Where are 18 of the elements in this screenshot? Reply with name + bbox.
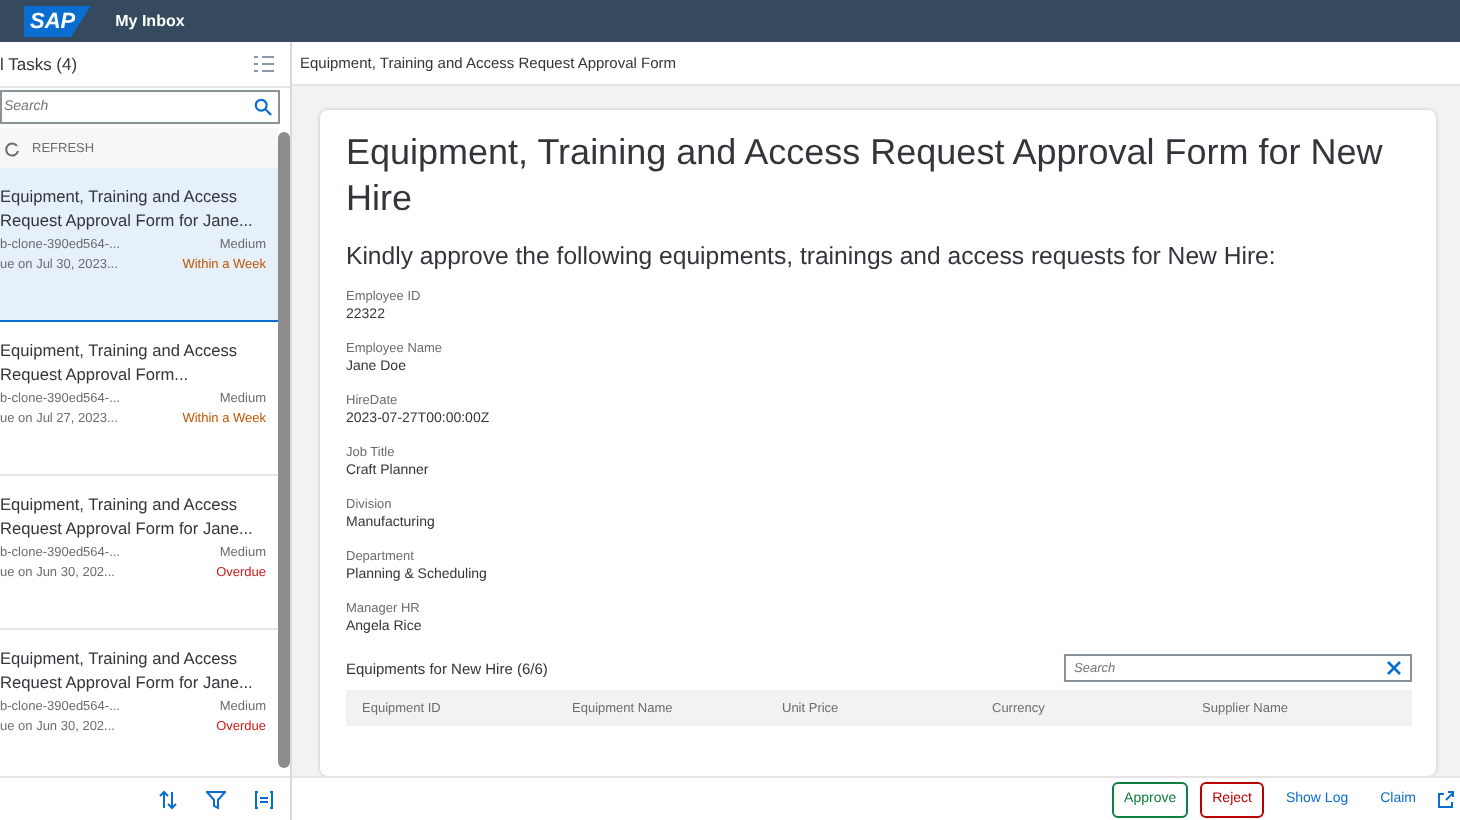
clear-icon[interactable] [1386, 660, 1402, 676]
list-icon[interactable] [254, 54, 274, 74]
logo[interactable]: SAP [24, 5, 92, 37]
share-icon[interactable] [1438, 790, 1454, 808]
app-title: My Inbox [115, 12, 185, 30]
scrollbar[interactable] [278, 132, 290, 768]
filter-icon[interactable] [206, 789, 226, 809]
task-title: Equipment, Training and Access Request Approval Form... [0, 338, 240, 386]
sort-icon[interactable] [158, 789, 178, 809]
group-icon[interactable] [254, 789, 274, 809]
task-title: Equipment, Training and Access Request Approval Form for Jane... [0, 184, 255, 232]
form-title: Equipment, Training and Access Request Approval Form for New Hire [346, 130, 1385, 222]
search-icon[interactable] [254, 98, 272, 116]
refresh-icon[interactable] [4, 139, 20, 157]
list-title: l Tasks (4) [0, 54, 78, 74]
form-subtitle: Kindly approve the following equipments, trainings and access requests for New Hire: [346, 242, 1278, 270]
task-title: Equipment, Training and Access Request Approval Form for Jane... [0, 492, 255, 540]
task-title: Equipment, Training and Access Request Approval Form for Jane... [0, 646, 255, 694]
